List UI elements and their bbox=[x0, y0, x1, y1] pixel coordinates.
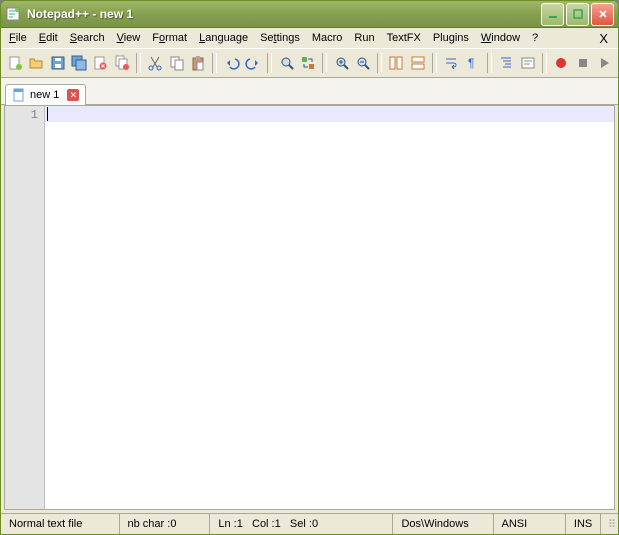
cut-button[interactable] bbox=[145, 51, 165, 75]
macro-play-button[interactable] bbox=[594, 51, 614, 75]
toolbar-separator bbox=[377, 53, 382, 73]
maximize-button[interactable] bbox=[566, 3, 589, 26]
toolbar-separator bbox=[322, 53, 327, 73]
save-button[interactable] bbox=[48, 51, 68, 75]
tab-bar: new 1 ✕ bbox=[1, 78, 618, 105]
tab-active[interactable]: new 1 ✕ bbox=[5, 84, 86, 105]
window-controls bbox=[541, 3, 614, 26]
menu-run[interactable]: Run bbox=[348, 30, 380, 46]
svg-text:¶: ¶ bbox=[468, 56, 474, 70]
menu-plugins[interactable]: Plugins bbox=[427, 30, 475, 46]
new-file-button[interactable] bbox=[5, 51, 25, 75]
undo-button[interactable] bbox=[221, 51, 241, 75]
menu-language[interactable]: Language bbox=[193, 30, 254, 46]
menu-file[interactable]: File bbox=[3, 30, 33, 46]
close-file-button[interactable] bbox=[90, 51, 110, 75]
tab-close-button[interactable]: ✕ bbox=[67, 89, 79, 101]
line-number: 1 bbox=[5, 108, 38, 122]
show-symbol-button[interactable]: ¶ bbox=[463, 51, 483, 75]
sync-hscroll-button[interactable] bbox=[408, 51, 428, 75]
macro-record-button[interactable] bbox=[551, 51, 571, 75]
open-file-button[interactable] bbox=[26, 51, 46, 75]
resize-grip[interactable]: ⠿ bbox=[601, 518, 618, 531]
macro-stop-button[interactable] bbox=[573, 51, 593, 75]
indent-guide-button[interactable] bbox=[496, 51, 516, 75]
menu-view[interactable]: View bbox=[111, 30, 147, 46]
sync-vscroll-button[interactable] bbox=[386, 51, 406, 75]
status-mode: INS bbox=[566, 514, 601, 534]
menu-settings[interactable]: Settings bbox=[254, 30, 306, 46]
status-filetype: Normal text file bbox=[1, 514, 120, 534]
line-number-gutter: 1 bbox=[5, 106, 45, 509]
text-editor[interactable] bbox=[45, 106, 614, 509]
toolbar-separator bbox=[542, 53, 547, 73]
minimize-button[interactable] bbox=[541, 3, 564, 26]
copy-button[interactable] bbox=[167, 51, 187, 75]
status-position: Ln : 1 Col : 1 Sel : 0 bbox=[210, 514, 393, 534]
toolbar-separator bbox=[432, 53, 437, 73]
menu-close-x[interactable]: X bbox=[591, 29, 616, 48]
close-all-button[interactable] bbox=[112, 51, 132, 75]
title-bar[interactable]: Notepad++ - new 1 bbox=[1, 1, 618, 28]
replace-button[interactable] bbox=[298, 51, 318, 75]
tab-label: new 1 bbox=[30, 89, 59, 101]
zoom-out-button[interactable] bbox=[353, 51, 373, 75]
menu-help[interactable]: ? bbox=[526, 30, 544, 46]
window-title: Notepad++ - new 1 bbox=[27, 7, 541, 21]
redo-button[interactable] bbox=[243, 51, 263, 75]
menu-format[interactable]: Format bbox=[146, 30, 193, 46]
menu-textfx[interactable]: TextFX bbox=[381, 30, 427, 46]
toolbar-separator bbox=[212, 53, 217, 73]
application-window: Notepad++ - new 1 File Edit Search View … bbox=[0, 0, 619, 535]
menu-macro[interactable]: Macro bbox=[306, 30, 349, 46]
toolbar: ¶ bbox=[1, 48, 618, 78]
save-all-button[interactable] bbox=[69, 51, 89, 75]
paste-button[interactable] bbox=[188, 51, 208, 75]
menu-window[interactable]: Window bbox=[475, 30, 526, 46]
status-nbchar: nb char : 0 bbox=[120, 514, 211, 534]
editor-workspace: 1 bbox=[4, 105, 615, 510]
menu-edit[interactable]: Edit bbox=[33, 30, 64, 46]
wordwrap-button[interactable] bbox=[441, 51, 461, 75]
status-bar: Normal text file nb char : 0 Ln : 1 Col … bbox=[1, 513, 618, 534]
zoom-in-button[interactable] bbox=[331, 51, 351, 75]
menu-bar: File Edit Search View Format Language Se… bbox=[1, 28, 618, 48]
userlang-button[interactable] bbox=[518, 51, 538, 75]
status-eol: Dos\Windows bbox=[393, 514, 493, 534]
menu-search[interactable]: Search bbox=[64, 30, 111, 46]
toolbar-separator bbox=[487, 53, 492, 73]
app-icon bbox=[5, 6, 21, 22]
toolbar-separator bbox=[267, 53, 272, 73]
close-button[interactable] bbox=[591, 3, 614, 26]
file-icon bbox=[12, 88, 26, 102]
current-line-highlight bbox=[45, 106, 614, 122]
find-button[interactable] bbox=[276, 51, 296, 75]
status-encoding: ANSI bbox=[494, 514, 566, 534]
text-caret bbox=[47, 107, 48, 121]
toolbar-separator bbox=[136, 53, 141, 73]
